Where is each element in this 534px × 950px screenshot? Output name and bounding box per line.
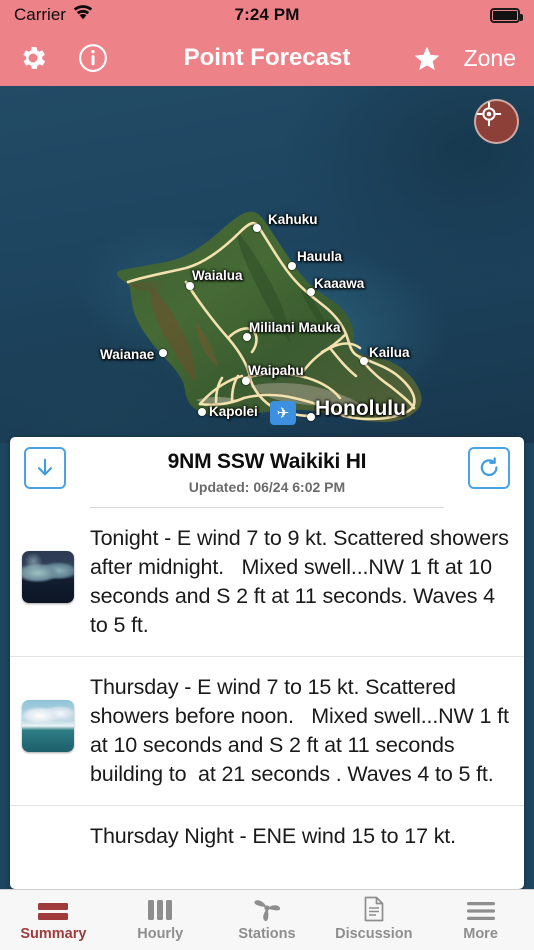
- tab-stations[interactable]: Stations: [214, 898, 321, 942]
- day-scattered-showers-icon: [22, 700, 74, 752]
- tab-hourly[interactable]: Hourly: [107, 898, 214, 942]
- tab-summary-label: Summary: [20, 926, 87, 942]
- map-label-kapolei: Kapolei: [209, 404, 258, 419]
- forecast-text: Thursday Night - ENE wind 15 to 17 kt.: [90, 824, 456, 848]
- map-dot-kaaawa: [307, 288, 315, 296]
- tab-summary[interactable]: Summary: [0, 898, 107, 942]
- summary-bars-icon: [36, 898, 70, 922]
- airplane-icon: ✈: [270, 401, 296, 425]
- download-arrow-icon[interactable]: [24, 447, 66, 489]
- tab-discussion-label: Discussion: [335, 926, 413, 942]
- document-icon: [362, 896, 386, 922]
- map-label-hauula: Hauula: [297, 249, 343, 264]
- map-view[interactable]: Kahuku Hauula Kaaawa Waialua Mililani Ma…: [0, 86, 534, 443]
- map-dot-waialua: [186, 282, 194, 290]
- forecast-card: 9NM SSW Waikiki HI Updated: 06/24 6:02 P…: [10, 437, 524, 889]
- status-bar: Carrier 7:24 PM: [0, 0, 534, 30]
- gear-icon[interactable]: [18, 43, 48, 73]
- map-island-graphic: [75, 211, 450, 424]
- hourly-columns-icon: [146, 898, 174, 922]
- tab-more-label: More: [463, 926, 498, 942]
- anemometer-icon: [252, 898, 282, 922]
- battery-full-icon: [490, 7, 523, 23]
- app-screen: Carrier 7:24 PM Point Forecast Zone Kahu…: [0, 0, 534, 950]
- forecast-text: Tonight - E wind 7 to 9 kt. Scattered sh…: [90, 526, 515, 637]
- refresh-icon[interactable]: [468, 447, 510, 489]
- map-dot-mililani-mauka: [243, 333, 251, 341]
- forecast-row[interactable]: Thursday Night - ENE wind 15 to 17 kt.: [10, 806, 524, 851]
- tab-hourly-label: Hourly: [137, 926, 184, 942]
- info-circle-icon[interactable]: [78, 43, 108, 73]
- night-scattered-showers-icon: [22, 551, 74, 603]
- map-dot-waianae: [159, 349, 167, 357]
- status-bar-right: [490, 7, 523, 23]
- hamburger-icon: [466, 898, 496, 922]
- zone-button[interactable]: Zone: [464, 45, 516, 72]
- navigation-bar: Point Forecast Zone: [0, 30, 534, 86]
- map-dot-honolulu: [307, 413, 315, 421]
- forecast-card-titles: 9NM SSW Waikiki HI Updated: 06/24 6:02 P…: [66, 447, 468, 495]
- forecast-text: Thursday - E wind 7 to 15 kt. Scattered …: [90, 675, 515, 786]
- map-label-waipahu: Waipahu: [248, 363, 304, 378]
- map-dot-kapolei: [198, 408, 206, 416]
- nav-right-group: Zone: [412, 44, 516, 73]
- status-bar-clock: 7:24 PM: [234, 5, 300, 24]
- map-dot-kahuku: [253, 224, 261, 232]
- map-dot-waipahu: [242, 377, 250, 385]
- forecast-updated-label: Updated: 06/24 6:02 PM: [188, 479, 346, 495]
- tab-discussion[interactable]: Discussion: [320, 896, 427, 942]
- map-label-kahuku: Kahuku: [268, 212, 318, 227]
- nav-left-group: [18, 43, 108, 73]
- map-label-kaaawa: Kaaawa: [314, 276, 365, 291]
- forecast-location-title: 9NM SSW Waikiki HI: [167, 450, 367, 473]
- map-dot-hauula: [288, 262, 296, 270]
- map-label-honolulu: Honolulu: [315, 397, 406, 420]
- crosshair-location-icon[interactable]: [474, 99, 519, 144]
- forecast-row[interactable]: Tonight - E wind 7 to 9 kt. Scattered sh…: [10, 508, 524, 657]
- tab-stations-label: Stations: [238, 926, 296, 942]
- map-label-kailua: Kailua: [369, 345, 410, 360]
- map-label-mililani-mauka: Mililani Mauka: [249, 320, 341, 335]
- tab-bar: Summary Hourly Stations Discussion More: [0, 889, 534, 950]
- map-dot-kailua: [360, 357, 368, 365]
- tab-more[interactable]: More: [427, 898, 534, 942]
- star-icon[interactable]: [412, 44, 442, 73]
- map-label-waialua: Waialua: [192, 268, 243, 283]
- forecast-card-header: 9NM SSW Waikiki HI Updated: 06/24 6:02 P…: [10, 437, 524, 508]
- map-label-waianae: Waianae: [100, 347, 155, 362]
- forecast-row[interactable]: Thursday - E wind 7 to 15 kt. Scattered …: [10, 657, 524, 806]
- forecast-list[interactable]: Tonight - E wind 7 to 9 kt. Scattered sh…: [10, 508, 524, 889]
